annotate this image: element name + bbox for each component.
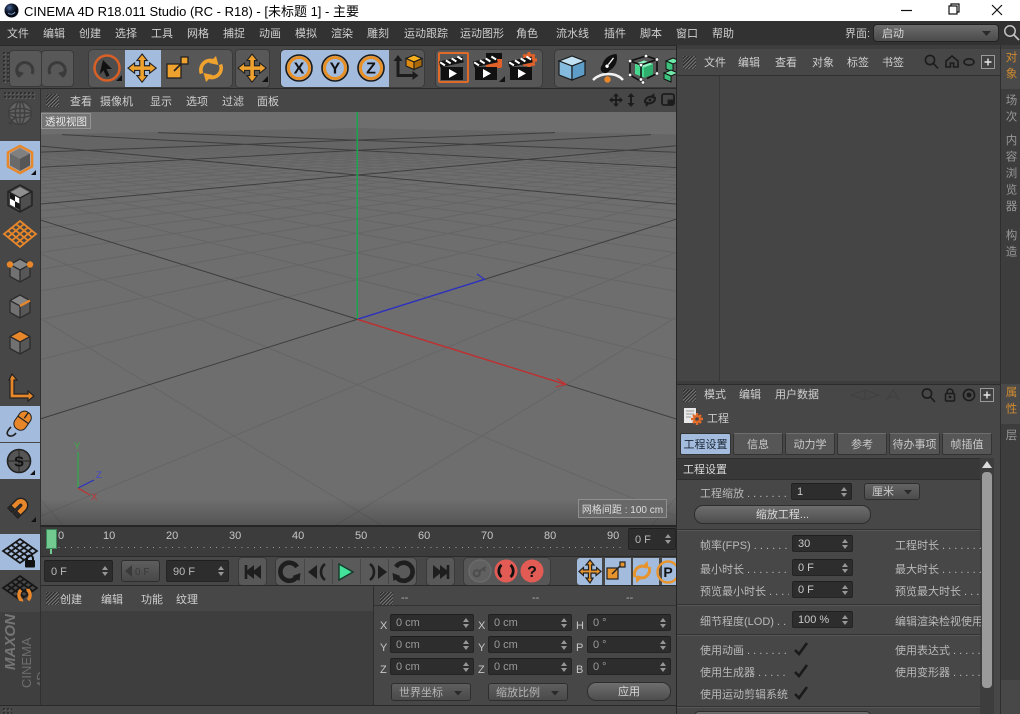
svg-text:Z: Z [96, 470, 102, 481]
svg-text:S: S [14, 454, 24, 471]
svg-text:Y: Y [330, 61, 341, 78]
svg-text:?: ? [527, 564, 537, 581]
svg-text:Z: Z [366, 61, 376, 78]
svg-text:X: X [91, 492, 98, 503]
svg-text:X: X [294, 61, 305, 78]
svg-text:P: P [663, 564, 672, 580]
svg-text:Y: Y [74, 441, 81, 452]
svg-text:0 F: 0 F [135, 567, 149, 578]
